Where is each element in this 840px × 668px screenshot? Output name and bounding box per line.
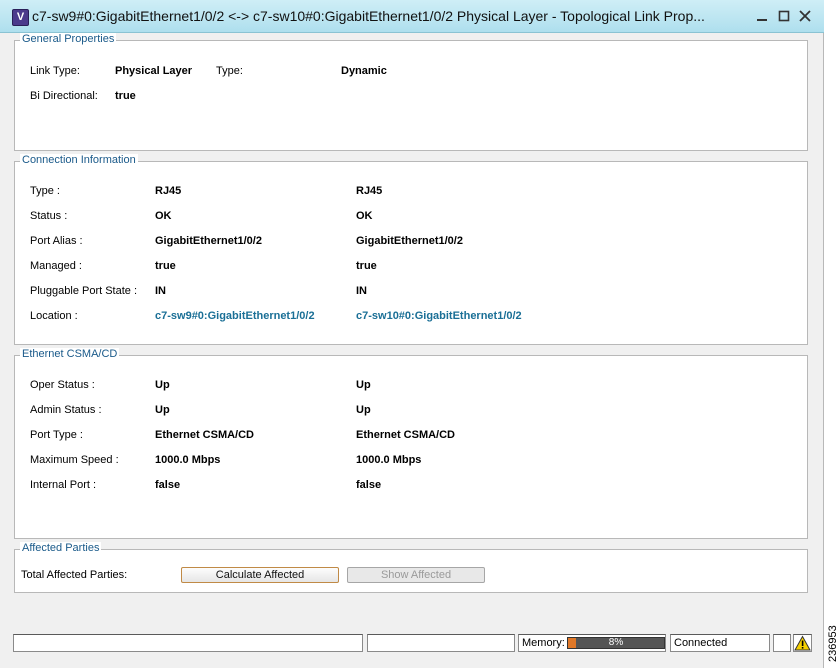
connection-row-pluggable-port-state: Pluggable Port State : IN IN [30,285,800,299]
endpoint-b-value: 1000.0 Mbps [356,454,422,466]
bi-directional-label: Bi Directional: [30,90,98,102]
row-label: Port Alias : [30,235,83,247]
row-label: Maximum Speed : [30,454,119,466]
endpoint-a-value: RJ45 [155,185,182,197]
warning-icon [794,635,811,651]
type-value: Dynamic [341,65,387,77]
row-label: Admin Status : [30,404,102,416]
svg-text:236953: 236953 [827,625,838,662]
minimize-icon [757,19,767,21]
minimize-button[interactable] [754,8,770,24]
location-b-link[interactable]: c7-sw10#0:GigabitEthernet1/0/2 [356,310,522,322]
ethernet-row-admin-status: Admin Status : Up Up [30,404,800,418]
row-label: Internal Port : [30,479,97,491]
show-affected-button: Show Affected [347,567,485,583]
endpoint-a-value: OK [155,210,172,222]
ethernet-csma-cd-legend: Ethernet CSMA/CD [20,348,120,360]
link-properties-window: V c7-sw9#0:GigabitEthernet1/0/2 <-> c7-s… [0,0,824,668]
affected-parties-legend: Affected Parties [20,542,102,554]
ethernet-row-oper-status: Oper Status : Up Up [30,379,800,393]
connection-row-port-alias: Port Alias : GigabitEthernet1/0/2 Gigabi… [30,235,800,249]
memory-field: Memory: 8% [518,634,666,652]
status-message-field [13,634,363,652]
location-a-link[interactable]: c7-sw9#0:GigabitEthernet1/0/2 [155,310,315,322]
endpoint-b-value: OK [356,210,373,222]
endpoint-a-value: true [155,260,176,272]
maximize-button[interactable] [776,8,792,24]
endpoint-b-value: Ethernet CSMA/CD [356,429,456,441]
row-label: Status : [30,210,68,222]
connection-information-group: Connection Information Type : RJ45 RJ45 … [14,154,808,345]
status-info-field [367,634,515,652]
general-properties-legend: General Properties [20,33,117,45]
status-extra-field [773,634,791,652]
endpoint-b-value: Up [356,404,371,416]
link-type-value: Physical Layer [115,65,193,77]
status-bar: Memory: 8% Connected [0,630,824,658]
ethernet-csma-cd-group: Ethernet CSMA/CD Oper Status : Up Up Adm… [14,348,808,539]
connection-row-location: Location : c7-sw9#0:GigabitEthernet1/0/2… [30,310,800,324]
endpoint-b-value: IN [356,285,367,297]
row-label: Managed : [30,260,82,272]
affected-parties-group: Affected Parties Total Affected Parties:… [14,542,808,593]
total-affected-parties-label: Total Affected Parties: [21,569,128,581]
row-label: Type : [30,185,60,197]
ethernet-row-port-type: Port Type : Ethernet CSMA/CD Ethernet CS… [30,429,800,443]
close-icon [799,10,811,22]
row-label: Location : [30,310,78,322]
endpoint-b-value: Up [356,379,371,391]
connection-row-status: Status : OK OK [30,210,800,224]
link-type-label: Link Type: [30,65,80,77]
endpoint-a-value: Up [155,379,170,391]
close-button[interactable] [797,8,813,24]
ethernet-row-internal-port: Internal Port : false false [30,479,800,493]
app-icon: V [12,9,29,26]
alarm-indicator[interactable] [793,634,812,652]
endpoint-b-value: GigabitEthernet1/0/2 [356,235,463,247]
connection-status-field: Connected [670,634,770,652]
memory-usage-bar: 8% [567,637,665,649]
endpoint-b-value: true [356,260,377,272]
connection-row-managed: Managed : true true [30,260,800,274]
endpoint-a-value: false [155,479,181,491]
endpoint-a-value: Ethernet CSMA/CD [155,429,255,441]
endpoint-a-value: Up [155,404,170,416]
type-label: Type: [216,65,243,77]
bi-directional-row: Bi Directional: true [30,90,800,104]
row-label: Oper Status : [30,379,95,391]
connection-row-type: Type : RJ45 RJ45 [30,185,800,199]
endpoint-a-value: IN [155,285,166,297]
general-properties-group: General Properties Link Type: Physical L… [14,33,808,151]
endpoint-b-value: RJ45 [356,185,383,197]
memory-label: Memory: [522,637,565,649]
link-type-row: Link Type: Physical Layer Type: Dynamic [30,65,800,79]
ethernet-row-maximum-speed: Maximum Speed : 1000.0 Mbps 1000.0 Mbps [30,454,800,468]
row-label: Port Type : [30,429,83,441]
title-bar: V c7-sw9#0:GigabitEthernet1/0/2 <-> c7-s… [0,0,824,33]
endpoint-a-value: GigabitEthernet1/0/2 [155,235,262,247]
memory-percent-text: 8% [608,637,624,648]
bi-directional-value: true [115,90,136,102]
connection-information-legend: Connection Information [20,154,138,166]
endpoint-a-value: 1000.0 Mbps [155,454,221,466]
calculate-affected-button[interactable]: Calculate Affected [181,567,339,583]
window-title: c7-sw9#0:GigabitEthernet1/0/2 <-> c7-sw1… [32,8,705,24]
figure-id-label: 236953 [827,625,838,662]
endpoint-b-value: false [356,479,382,491]
row-label: Pluggable Port State : [30,285,138,297]
maximize-icon [778,10,790,22]
